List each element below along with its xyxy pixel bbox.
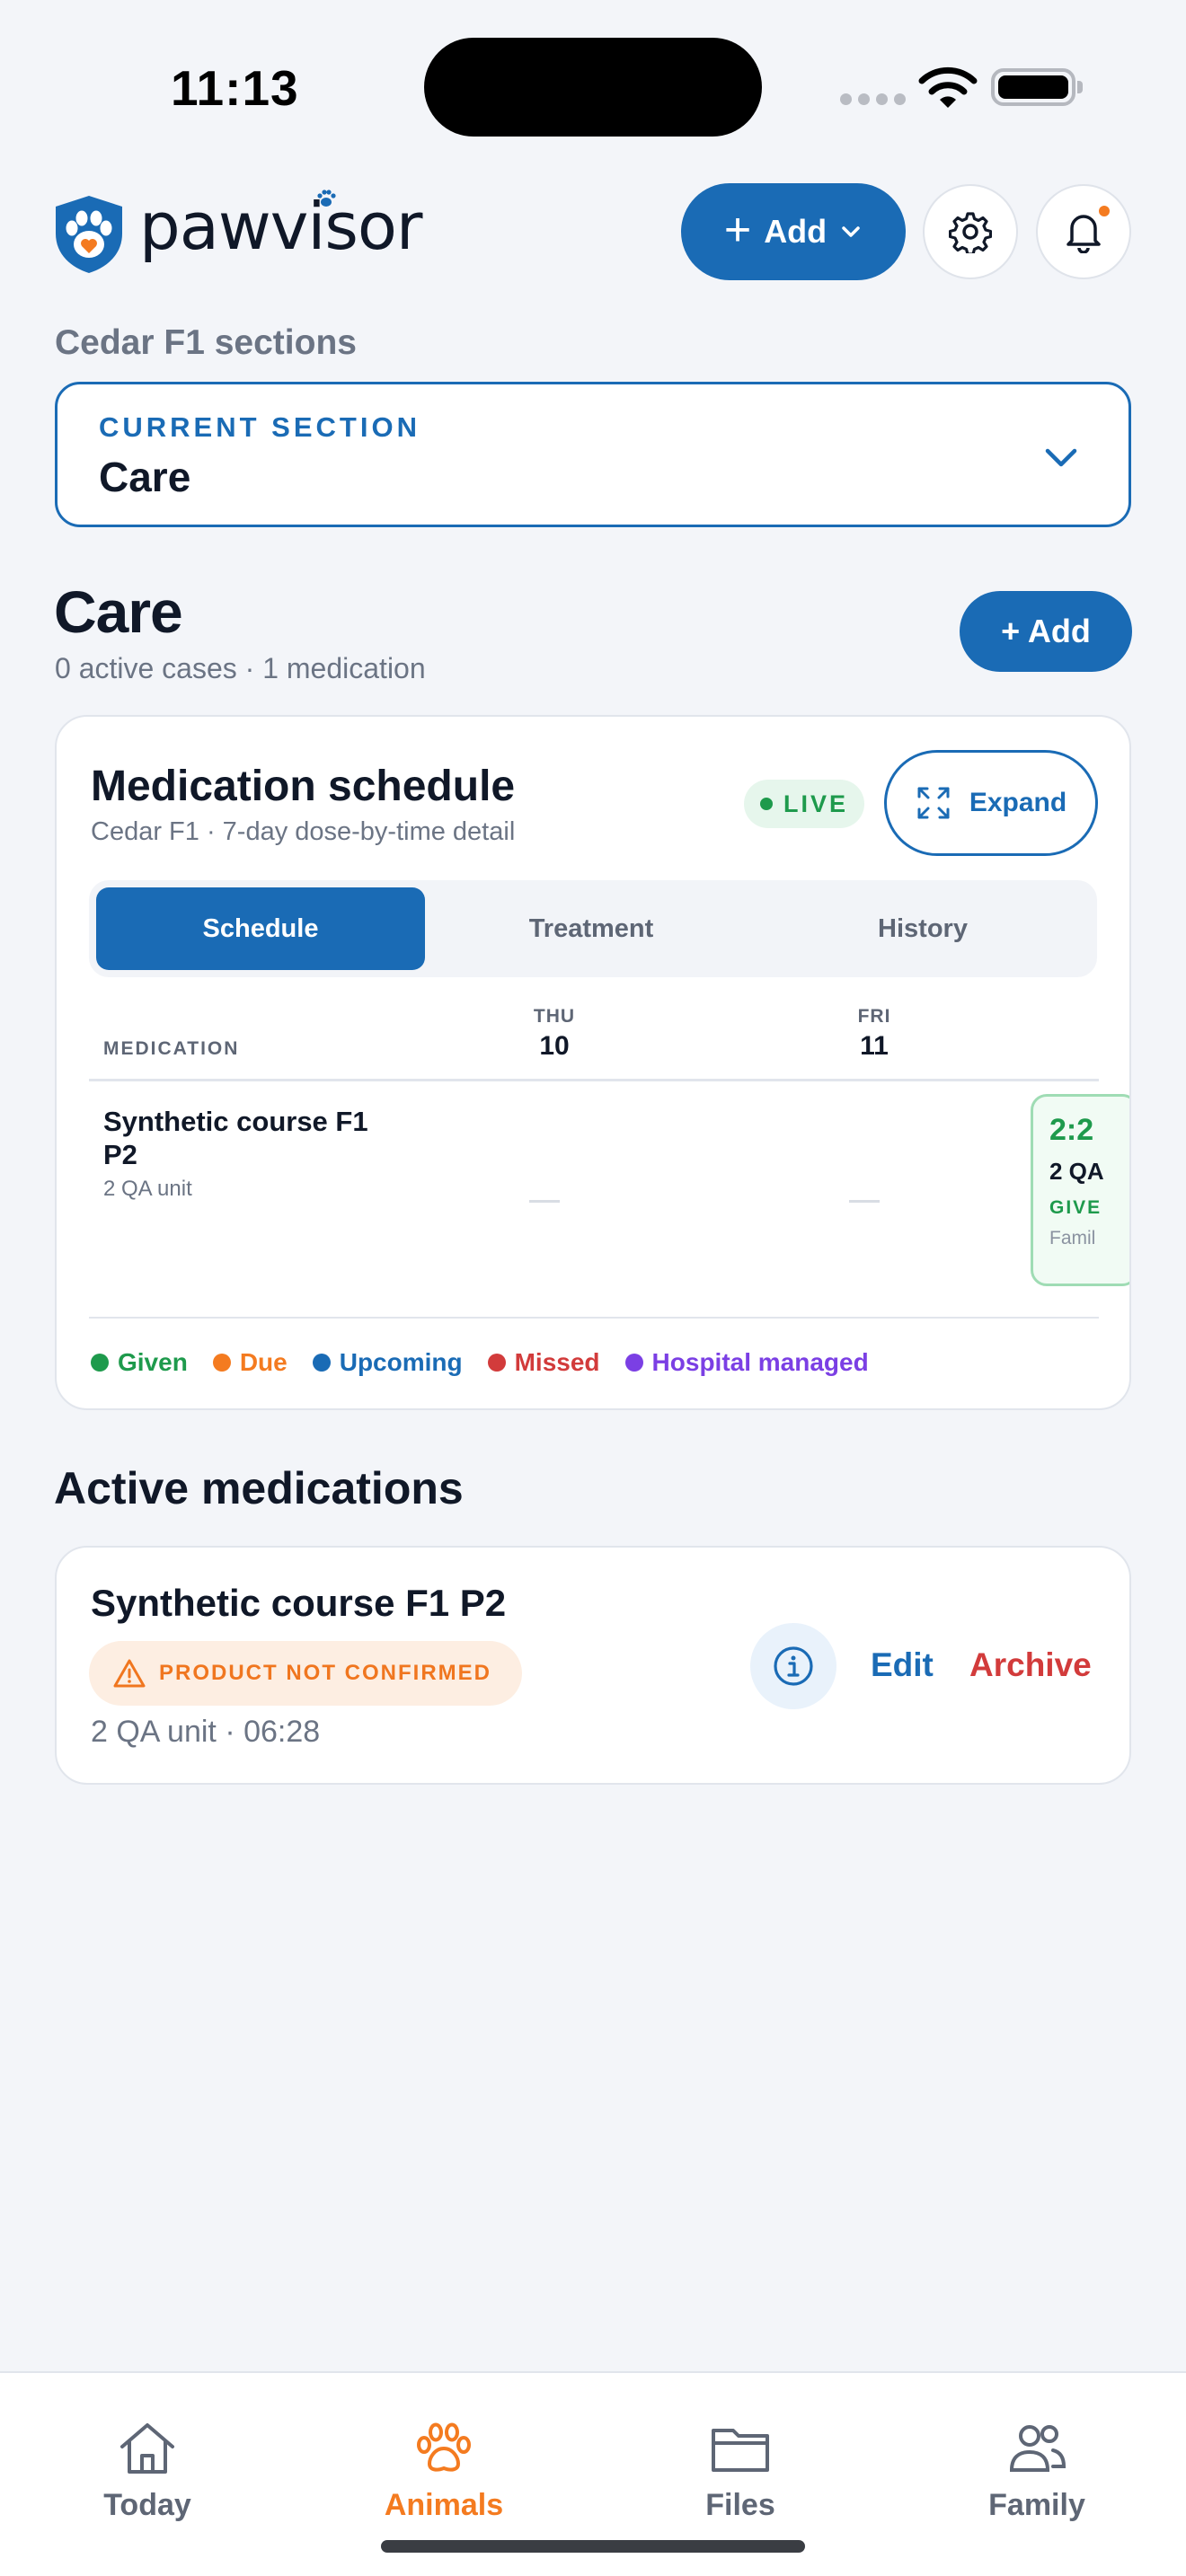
dose-given-by: Famil (1049, 1228, 1096, 1248)
expand-icon (917, 787, 950, 819)
home-icon (120, 2423, 174, 2474)
sections-group-label: Cedar F1 sections (55, 323, 357, 362)
tab-label: Files (705, 2488, 775, 2522)
tab-label: Today (103, 2488, 191, 2522)
tab-history[interactable]: History (758, 887, 1087, 970)
chevron-down-icon (1045, 448, 1077, 467)
tab-family[interactable]: Family (938, 2418, 1136, 2523)
info-icon (774, 1646, 813, 1686)
schedule-title: Medication schedule (91, 763, 516, 810)
settings-button[interactable] (923, 184, 1018, 279)
empty-cell-dash (849, 1200, 880, 1203)
live-label: LIVE (783, 790, 848, 817)
care-summary: 0 active cases · 1 medication (55, 652, 426, 684)
tab-schedule[interactable]: Schedule (96, 887, 425, 970)
logo-paw-icon (317, 190, 336, 207)
medication-name: Synthetic course F1 P2 (91, 1582, 507, 1624)
pawvisor-logo-icon (56, 196, 122, 273)
legend-dot (624, 1354, 643, 1372)
day-column-header: THU 10 (518, 1006, 590, 1062)
day-number: 11 (860, 1031, 889, 1061)
live-dot (759, 798, 773, 810)
wifi-icon (918, 66, 978, 108)
warning-icon (113, 1659, 146, 1688)
page-title: Care (54, 578, 183, 645)
expand-button[interactable]: Expand (884, 750, 1098, 856)
notification-dot (1099, 206, 1110, 216)
day-of-week: THU (533, 1006, 576, 1027)
legend-item-upcoming: Upcoming (312, 1348, 463, 1377)
divider (89, 1317, 1099, 1319)
chevron-down-icon (842, 226, 860, 237)
status-legend: Given Due Upcoming Missed Hospital manag… (91, 1348, 869, 1377)
status-time: 11:13 (171, 60, 299, 116)
expand-label: Expand (969, 788, 1067, 817)
tab-label: Family (988, 2488, 1085, 2522)
tab-files[interactable]: Files (642, 2418, 839, 2523)
product-warning-label: PRODUCT NOT CONFIRMED (159, 1661, 491, 1685)
tab-treatment[interactable]: Treatment (427, 887, 756, 970)
add-menu-label: Add (764, 213, 828, 250)
battery-icon (991, 68, 1083, 106)
medication-meta: 2 QA unit · 06:28 (91, 1715, 321, 1749)
add-menu-button[interactable]: + Add (681, 183, 906, 280)
medication-column-header: MEDICATION (103, 1038, 240, 1059)
legend-label: Hospital managed (651, 1348, 869, 1376)
legend-label: Due (239, 1348, 288, 1376)
current-section-eyebrow: CURRENT SECTION (99, 411, 420, 443)
home-indicator (381, 2540, 805, 2553)
archive-medication-button[interactable]: Archive (969, 1646, 1092, 1684)
legend-item-missed: Missed (487, 1348, 600, 1377)
legend-dot (487, 1354, 506, 1372)
notifications-button[interactable] (1036, 184, 1131, 279)
dose-amount: 2 QA (1049, 1158, 1104, 1185)
day-column-header: FRI 11 (838, 1006, 910, 1062)
schedule-tabs: Schedule Treatment History (89, 880, 1097, 977)
active-medications-title: Active medications (54, 1463, 464, 1513)
schedule-row-dose: 2 QA unit (103, 1177, 192, 1201)
medication-schedule-card: Medication schedule Cedar F1 · 7-day dos… (55, 715, 1131, 1410)
tab-today[interactable]: Today (49, 2418, 246, 2523)
bell-icon (1067, 215, 1101, 253)
legend-item-due: Due (212, 1348, 288, 1377)
legend-item-hospital-managed: Hospital managed (624, 1348, 869, 1377)
legend-label: Missed (514, 1348, 600, 1376)
day-number: 10 (539, 1031, 570, 1061)
legend-dot (312, 1354, 331, 1372)
legend-dot (212, 1354, 231, 1372)
pawvisor-wordmark: pawvisor (139, 189, 422, 264)
folder-icon (712, 2429, 769, 2472)
current-section-dropdown[interactable]: CURRENT SECTION Care (55, 382, 1131, 527)
empty-cell-dash (529, 1200, 560, 1203)
live-badge: LIVE (744, 780, 864, 828)
legend-label: Given (118, 1348, 188, 1376)
dose-event-card[interactable]: 2:2 2 QA GIVE Famil (1031, 1094, 1129, 1286)
add-care-button[interactable]: + Add (960, 591, 1132, 672)
tab-animals[interactable]: Animals (345, 2418, 543, 2523)
schedule-subtitle: Cedar F1 · 7-day dose-by-time detail (91, 817, 516, 846)
current-section-value: Care (99, 454, 191, 500)
dynamic-island (424, 38, 762, 137)
medication-info-button[interactable] (750, 1623, 836, 1709)
legend-dot (91, 1354, 109, 1372)
medication-card: Synthetic course F1 P2 PRODUCT NOT CONFI… (55, 1546, 1131, 1785)
plus-icon: + (723, 204, 752, 256)
edit-medication-button[interactable]: Edit (871, 1646, 934, 1684)
legend-label: Upcoming (339, 1348, 463, 1376)
divider (89, 1079, 1099, 1081)
dose-status: GIVE (1049, 1197, 1102, 1218)
legend-item-given: Given (91, 1348, 188, 1377)
schedule-row-medication-name: Synthetic course F1 P2 (103, 1106, 368, 1170)
tab-label: Animals (384, 2488, 504, 2522)
cellular-signal-icon (840, 93, 906, 105)
people-icon (1009, 2425, 1067, 2472)
day-of-week: FRI (857, 1006, 891, 1027)
product-warning-badge: PRODUCT NOT CONFIRMED (89, 1641, 522, 1706)
dose-time: 2:2 (1049, 1113, 1094, 1147)
paw-icon (417, 2422, 471, 2472)
gear-icon (949, 212, 992, 253)
